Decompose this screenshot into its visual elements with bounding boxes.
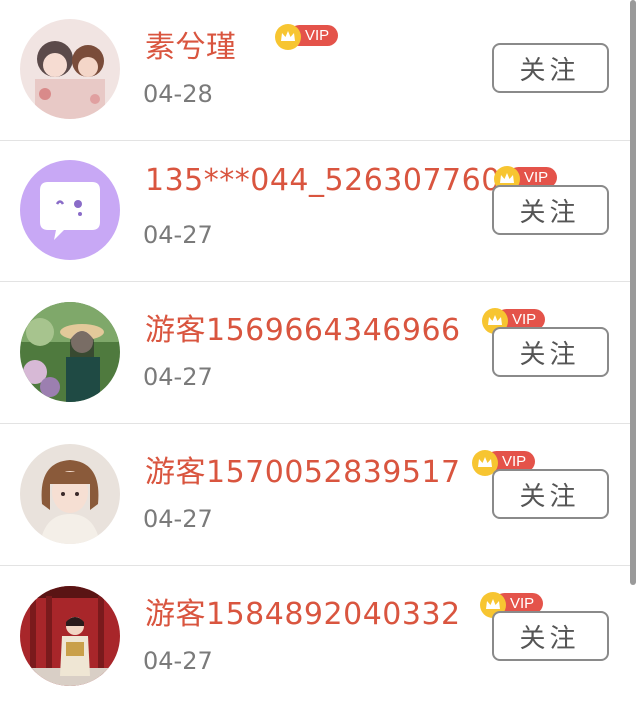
avatar[interactable] xyxy=(20,444,120,544)
crown-icon xyxy=(275,24,301,50)
post-date: 04-27 xyxy=(143,221,213,249)
username[interactable]: 游客1584892040332 xyxy=(145,589,461,633)
follow-button[interactable]: 关注 xyxy=(492,327,609,377)
list-item[interactable]: 游客1584892040332 VIP 04-27 关注 xyxy=(0,567,630,708)
follow-button[interactable]: 关注 xyxy=(492,185,609,235)
username[interactable]: 135***044_5263077607 xyxy=(145,163,520,198)
avatar[interactable] xyxy=(20,160,120,260)
follow-button[interactable]: 关注 xyxy=(492,611,609,661)
avatar[interactable] xyxy=(20,19,120,119)
post-date: 04-27 xyxy=(143,363,213,391)
follow-button[interactable]: 关注 xyxy=(492,43,609,93)
post-date: 04-27 xyxy=(143,505,213,533)
list-item[interactable]: 135***044_5263077607 VIP 04-27 关注 xyxy=(0,141,630,282)
username[interactable]: 游客1569664346966 xyxy=(145,305,461,349)
post-date: 04-28 xyxy=(143,80,213,108)
vip-badge: VIP xyxy=(275,24,338,50)
follow-button[interactable]: 关注 xyxy=(492,469,609,519)
avatar[interactable] xyxy=(20,302,120,402)
list-item[interactable]: 素兮瑾 VIP 04-28 关注 xyxy=(0,0,630,141)
list-item[interactable]: 游客1569664346966 VIP 04-27 关注 xyxy=(0,283,630,424)
username[interactable]: 素兮瑾 xyxy=(145,22,237,66)
scrollbar[interactable] xyxy=(630,0,636,585)
username[interactable]: 游客1570052839517 xyxy=(145,447,461,491)
list-item[interactable]: 游客1570052839517 VIP 04-27 关注 xyxy=(0,425,630,566)
avatar[interactable] xyxy=(20,586,120,686)
post-date: 04-27 xyxy=(143,647,213,675)
